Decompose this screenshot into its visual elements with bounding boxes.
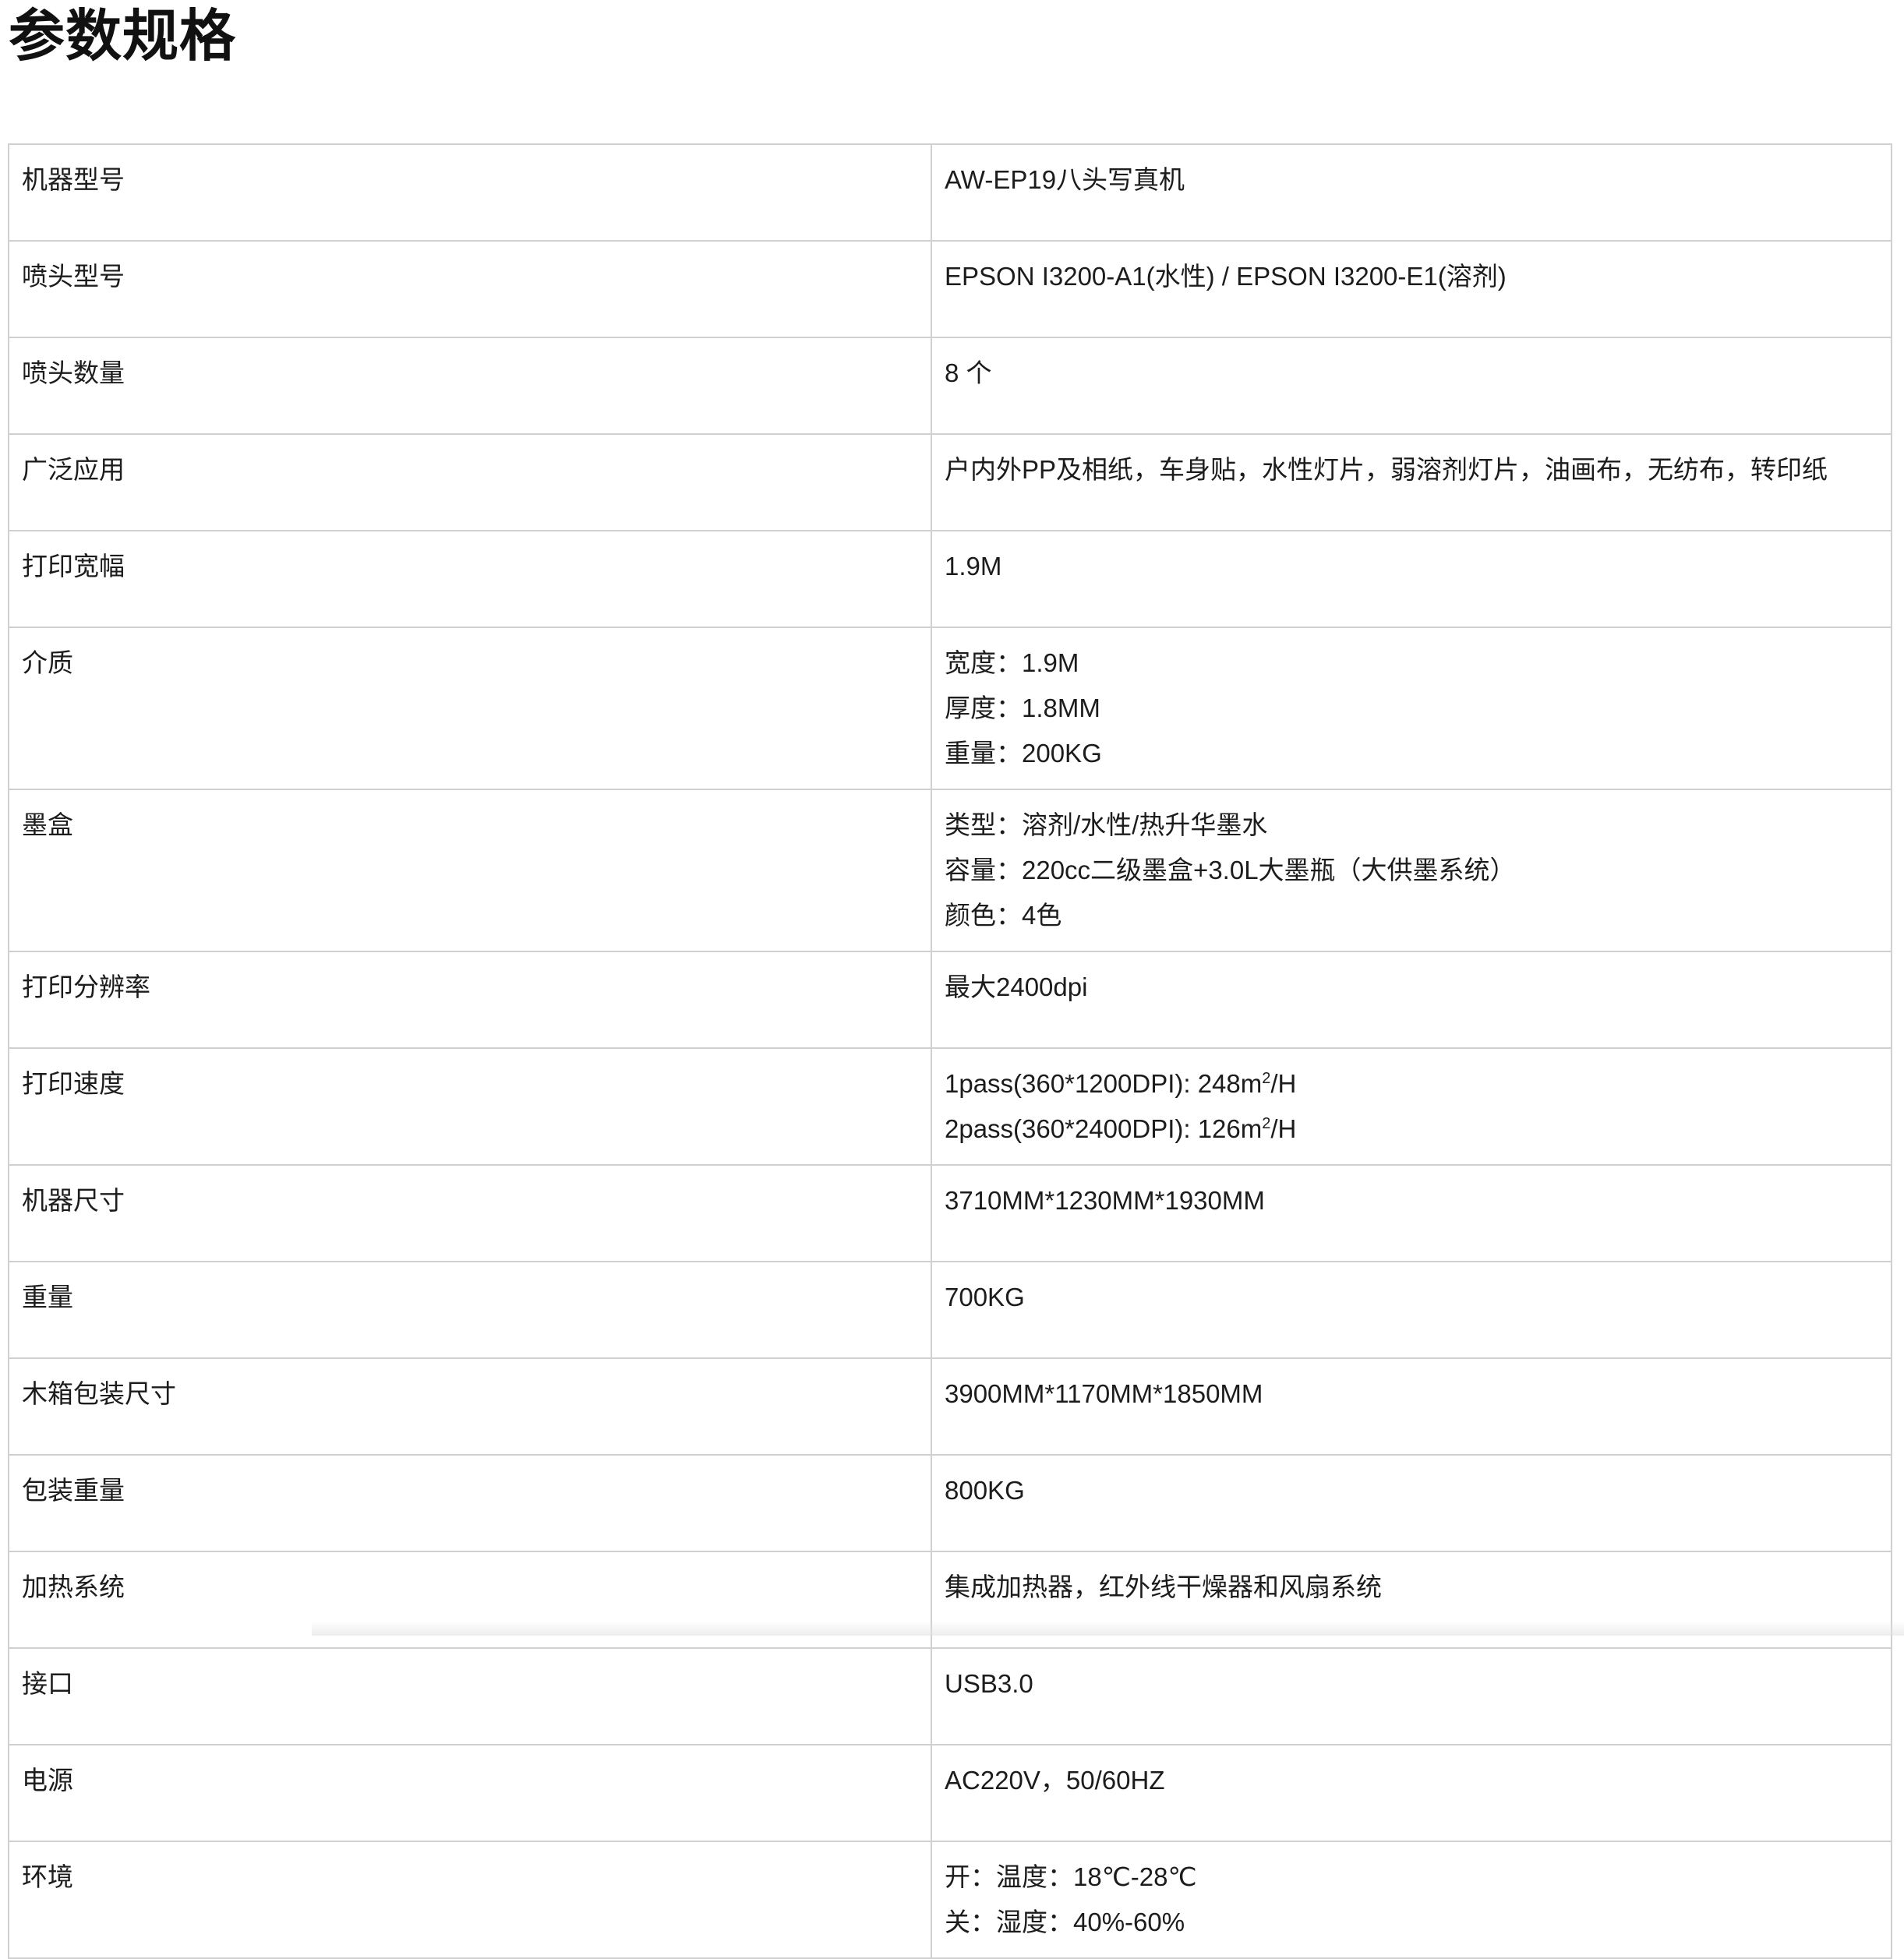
spec-table: 机器型号 AW-EP19八头写真机 喷头型号 EPSON I3200-A1(水性…: [8, 143, 1892, 1959]
spec-row-media: 介质 宽度：1.9M 厚度：1.8MM 重量：200KG: [8, 627, 1892, 790]
spec-row-interface: 接口 USB3.0: [8, 1647, 1892, 1745]
spec-value: 800KG: [931, 1454, 1892, 1552]
spec-label: 机器型号: [8, 143, 932, 242]
spec-label: 墨盒: [8, 789, 932, 952]
spec-value-line: 关：湿度：40%-60%: [945, 1908, 1185, 1936]
spec-value: 8 个: [931, 337, 1892, 435]
spec-value-line: 1.9M: [945, 552, 1002, 581]
spec-row-resolution: 打印分辨率 最大2400dpi: [8, 951, 1892, 1049]
spec-label: 电源: [8, 1744, 932, 1842]
spec-label: 机器尺寸: [8, 1164, 932, 1262]
spec-row-package-weight: 包装重量 800KG: [8, 1454, 1892, 1552]
spec-value-line: 最大2400dpi: [945, 972, 1088, 1001]
spec-value: 类型：溶剂/水性/热升华墨水 容量：220cc二级墨盒+3.0L大墨瓶（大供墨系…: [931, 789, 1892, 952]
spec-value: 1.9M: [931, 530, 1892, 628]
spec-value-line: 颜色：4色: [945, 901, 1062, 930]
spec-value-line: 重量：200KG: [945, 739, 1102, 768]
spec-value-line: 户内外PP及相纸，车身贴，水性灯片，弱溶剂灯片，油画布，无纺布，转印纸: [945, 455, 1828, 484]
spec-row-applications: 广泛应用 户内外PP及相纸，车身贴，水性灯片，弱溶剂灯片，油画布，无纺布，转印纸: [8, 433, 1892, 531]
spec-row-machine-size: 机器尺寸 3710MM*1230MM*1930MM: [8, 1164, 1892, 1262]
spec-value-line: 类型：溶剂/水性/热升华墨水: [945, 810, 1268, 839]
spec-label: 喷头型号: [8, 240, 932, 338]
spec-row-ink-cartridge: 墨盒 类型：溶剂/水性/热升华墨水 容量：220cc二级墨盒+3.0L大墨瓶（大…: [8, 789, 1892, 952]
spec-label: 重量: [8, 1261, 932, 1359]
spec-value-line: AW-EP19八头写真机: [945, 165, 1185, 194]
spec-row-weight: 重量 700KG: [8, 1261, 1892, 1359]
spec-value: 最大2400dpi: [931, 951, 1892, 1049]
spec-value-line: 800KG: [945, 1476, 1025, 1505]
spec-value: 1pass(360*1200DPI): 248m2/H 2pass(360*24…: [931, 1047, 1892, 1166]
spec-value: 3900MM*1170MM*1850MM: [931, 1357, 1892, 1456]
spec-row-model: 机器型号 AW-EP19八头写真机: [8, 143, 1892, 242]
spec-value-line: 集成加热器，红外线干燥器和风扇系统: [945, 1572, 1382, 1601]
speed-text: 1pass(360*1200DPI): 248m: [945, 1069, 1263, 1098]
spec-value-line: 700KG: [945, 1283, 1025, 1311]
spec-label: 打印分辨率: [8, 951, 932, 1049]
spec-row-printhead-count: 喷头数量 8 个: [8, 337, 1892, 435]
spec-value-line: 1pass(360*1200DPI): 248m2/H: [945, 1061, 1878, 1107]
spec-label: 接口: [8, 1647, 932, 1745]
spec-label: 广泛应用: [8, 433, 932, 531]
spec-value-line: 3900MM*1170MM*1850MM: [945, 1379, 1263, 1408]
spec-value: AC220V，50/60HZ: [931, 1744, 1892, 1842]
speed-unit: /H: [1270, 1069, 1297, 1098]
spec-label: 打印速度: [8, 1047, 932, 1166]
spec-value-line: 开：温度：18℃-28℃: [945, 1862, 1197, 1891]
spec-row-environment: 环境 开：温度：18℃-28℃ 关：湿度：40%-60%: [8, 1841, 1892, 1959]
spec-value: AW-EP19八头写真机: [931, 143, 1892, 242]
spec-row-power: 电源 AC220V，50/60HZ: [8, 1744, 1892, 1842]
speed-unit: /H: [1270, 1114, 1297, 1143]
spec-row-print-width: 打印宽幅 1.9M: [8, 530, 1892, 628]
page-title: 参数规格: [9, 5, 237, 68]
spec-label: 木箱包装尺寸: [8, 1357, 932, 1456]
spec-value: 宽度：1.9M 厚度：1.8MM 重量：200KG: [931, 627, 1892, 790]
speed-text: 2pass(360*2400DPI): 126m: [945, 1114, 1263, 1143]
spec-value-line: 宽度：1.9M: [945, 648, 1079, 677]
spec-value: USB3.0: [931, 1647, 1892, 1745]
spec-row-printhead-model: 喷头型号 EPSON I3200-A1(水性) / EPSON I3200-E1…: [8, 240, 1892, 338]
spec-label: 环境: [8, 1841, 932, 1959]
bottom-shadow: [312, 1622, 1904, 1636]
spec-label: 喷头数量: [8, 337, 932, 435]
spec-value-line: 2pass(360*2400DPI): 126m2/H: [945, 1107, 1878, 1152]
spec-value: 开：温度：18℃-28℃ 关：湿度：40%-60%: [931, 1841, 1892, 1959]
spec-value-line: EPSON I3200-A1(水性) / EPSON I3200-E1(溶剂): [945, 262, 1507, 291]
spec-value: 3710MM*1230MM*1930MM: [931, 1164, 1892, 1262]
spec-value-line: 容量：220cc二级墨盒+3.0L大墨瓶（大供墨系统）: [945, 856, 1516, 884]
spec-value: 户内外PP及相纸，车身贴，水性灯片，弱溶剂灯片，油画布，无纺布，转印纸: [931, 433, 1892, 531]
speed-superscript: 2: [1262, 1070, 1271, 1087]
spec-value-line: USB3.0: [945, 1669, 1033, 1698]
spec-value-line: AC220V，50/60HZ: [945, 1766, 1165, 1795]
speed-superscript: 2: [1262, 1115, 1271, 1132]
spec-label: 介质: [8, 627, 932, 790]
spec-value-line: 8 个: [945, 358, 992, 387]
spec-value: EPSON I3200-A1(水性) / EPSON I3200-E1(溶剂): [931, 240, 1892, 338]
spec-table-body: 机器型号 AW-EP19八头写真机 喷头型号 EPSON I3200-A1(水性…: [8, 143, 1892, 1959]
spec-label: 打印宽幅: [8, 530, 932, 628]
spec-value-line: 3710MM*1230MM*1930MM: [945, 1186, 1265, 1215]
spec-row-print-speed: 打印速度 1pass(360*1200DPI): 248m2/H 2pass(3…: [8, 1047, 1892, 1166]
spec-value: 700KG: [931, 1261, 1892, 1359]
spec-row-crate-size: 木箱包装尺寸 3900MM*1170MM*1850MM: [8, 1357, 1892, 1456]
spec-value-line: 厚度：1.8MM: [945, 694, 1100, 722]
spec-label: 包装重量: [8, 1454, 932, 1552]
